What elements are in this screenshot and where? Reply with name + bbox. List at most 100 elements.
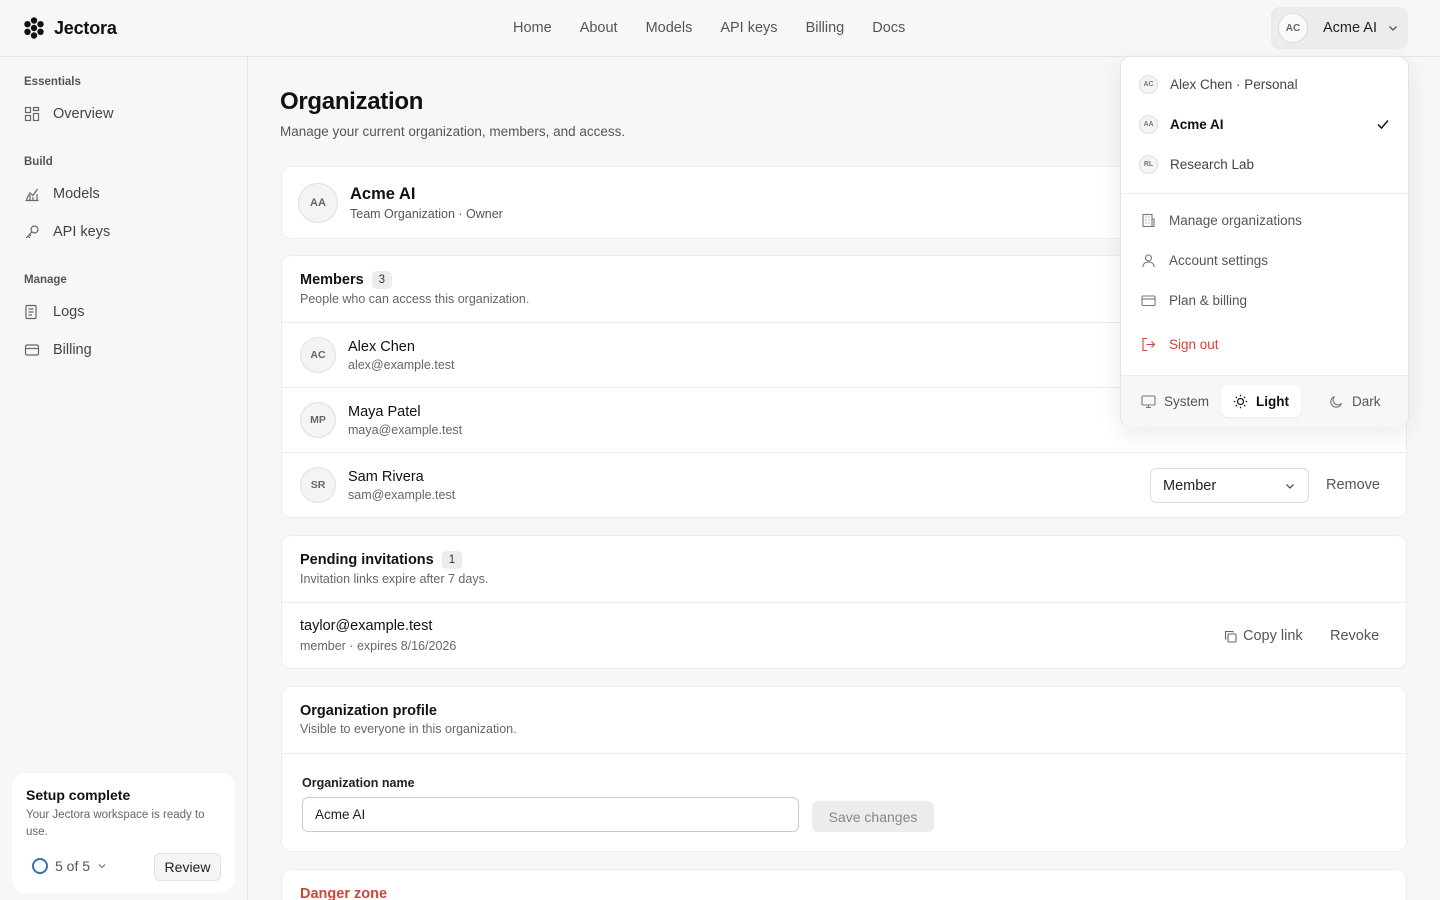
manage-organizations-item[interactable]: Manage organizations — [1141, 213, 1302, 228]
invite-meta: member · expires 8/16/2026 — [300, 639, 457, 653]
member-name: Alex Chen — [348, 339, 415, 355]
profile-subtitle: Visible to everyone in this organization… — [300, 722, 517, 736]
org-avatar: AA — [298, 183, 338, 223]
sidebar-item-label: API keys — [53, 224, 111, 240]
theme-option-dark[interactable]: Dark — [1317, 385, 1393, 417]
avatar: AC — [300, 337, 336, 373]
setup-title: Setup complete — [26, 787, 131, 803]
organization-name-input[interactable]: Acme AI — [302, 797, 799, 832]
setup-progress[interactable]: 5 of 5 — [32, 858, 107, 874]
theme-option-light[interactable]: Light — [1221, 385, 1301, 417]
progress-ring-icon — [32, 858, 48, 874]
menu-item-label: Account settings — [1169, 253, 1269, 268]
sidebar-item-overview[interactable]: Overview — [24, 106, 113, 122]
remove-member-button[interactable]: Remove — [1326, 477, 1380, 493]
avatar: SR — [300, 467, 336, 503]
key-icon — [25, 225, 39, 239]
sidebar-item-logs[interactable]: Logs — [24, 304, 84, 320]
org-option-label: Alex Chen · Personal — [1170, 77, 1298, 92]
setup-card: Setup complete Your Jectora workspace is… — [12, 773, 235, 893]
revoke-button[interactable]: Revoke — [1330, 628, 1379, 644]
section-title: Pending invitations — [300, 552, 434, 568]
sign-out-icon — [1142, 337, 1156, 352]
brand-name: Jectora — [54, 17, 117, 38]
nav-billing[interactable]: Billing — [792, 20, 859, 36]
sidebar-item-label: Logs — [53, 304, 85, 320]
progress-label: 5 of 5 — [55, 858, 91, 874]
nav-api-keys[interactable]: API keys — [706, 20, 791, 36]
avatar: AC — [1278, 13, 1308, 43]
org-option-label: Research Lab — [1170, 157, 1255, 172]
members-title: Members 3 — [300, 271, 529, 289]
nav-docs[interactable]: Docs — [858, 20, 919, 36]
sidebar-item-label: Overview — [53, 106, 114, 122]
account-settings-item[interactable]: Account settings — [1141, 253, 1268, 268]
sidebar-item-api-keys[interactable]: API keys — [24, 224, 110, 240]
org-meta: Team Organization · Owner — [350, 207, 503, 221]
member-email: alex@example.test — [348, 358, 455, 372]
chart-icon — [25, 188, 39, 202]
role-value: Member — [1163, 477, 1217, 494]
check-icon — [1377, 120, 1389, 130]
copy-icon — [1224, 630, 1237, 643]
danger-zone-card: Danger zone — [281, 869, 1407, 900]
chevron-down-icon — [98, 864, 106, 869]
org-option-personal[interactable]: AC Alex Chen · Personal — [1139, 75, 1298, 94]
copy-link-button[interactable]: Copy link — [1224, 628, 1303, 644]
logo-icon — [24, 17, 44, 39]
avatar: MP — [300, 402, 336, 438]
section-title: Members — [300, 272, 364, 288]
org-option-label: Acme AI — [1170, 117, 1224, 132]
profile-title: Organization profile — [300, 703, 437, 719]
sidebar: Essentials Overview Build Models API key… — [0, 57, 248, 900]
logo[interactable]: Jectora — [22, 16, 117, 40]
account-label: Acme AI — [1323, 20, 1377, 36]
invitations-count-badge: 1 — [441, 551, 463, 569]
page-subtitle: Manage your current organization, member… — [280, 124, 626, 139]
avatar: AC — [1139, 75, 1158, 94]
sidebar-item-billing[interactable]: Billing — [24, 342, 92, 358]
sun-icon — [1233, 394, 1248, 408]
account-switcher-button[interactable]: AC Acme AI — [1271, 7, 1408, 49]
members-count-badge: 3 — [371, 271, 393, 289]
theme-switcher: System Light Dark — [1121, 375, 1408, 427]
menu-item-label: Plan & billing — [1169, 293, 1248, 308]
sidebar-group-essentials: Essentials — [24, 76, 81, 88]
main-nav: Home About Models API keys Billing Docs — [499, 0, 919, 56]
page-title: Organization — [280, 88, 424, 115]
nav-home[interactable]: Home — [499, 20, 566, 36]
grid-icon — [24, 106, 40, 122]
plan-billing-item[interactable]: Plan & billing — [1141, 293, 1247, 308]
member-email: sam@example.test — [348, 488, 456, 502]
profile-card: Organization profile Visible to everyone… — [281, 686, 1408, 852]
members-subtitle: People who can access this organization. — [300, 292, 530, 306]
logs-icon — [25, 304, 37, 320]
org-option-acme[interactable]: AA Acme AI — [1139, 115, 1224, 134]
menu-item-label: Sign out — [1169, 337, 1219, 352]
credit-card-icon — [24, 344, 40, 356]
sidebar-group-manage: Manage — [24, 274, 67, 286]
org-option-research-lab[interactable]: RL Research Lab — [1139, 155, 1254, 174]
field-label: Organization name — [302, 776, 415, 790]
avatar: AA — [1139, 115, 1158, 134]
review-button[interactable]: Review — [154, 853, 221, 881]
sign-out-item[interactable]: Sign out — [1141, 337, 1219, 352]
avatar: RL — [1139, 155, 1158, 174]
theme-option-system[interactable]: System — [1129, 385, 1221, 417]
copy-link-label: Copy link — [1243, 628, 1303, 644]
save-changes-button[interactable]: Save changes — [812, 801, 934, 832]
theme-label: System — [1164, 393, 1210, 409]
divider — [1121, 193, 1408, 194]
org-name: Acme AI — [350, 185, 416, 203]
danger-zone-title: Danger zone — [300, 886, 388, 900]
role-select[interactable]: Member — [1150, 468, 1309, 503]
invitation-row: taylor@example.test member · expires 8/1… — [282, 602, 1408, 669]
theme-label: Dark — [1352, 393, 1381, 409]
nav-models[interactable]: Models — [632, 20, 707, 36]
top-bar: Jectora Home About Models API keys Billi… — [0, 0, 1440, 57]
sidebar-item-models[interactable]: Models — [24, 186, 100, 202]
moon-icon — [1330, 395, 1343, 408]
table-row: SR Sam Rivera sam@example.test Member Re… — [282, 452, 1408, 518]
nav-about[interactable]: About — [566, 20, 632, 36]
building-icon — [1142, 213, 1155, 228]
